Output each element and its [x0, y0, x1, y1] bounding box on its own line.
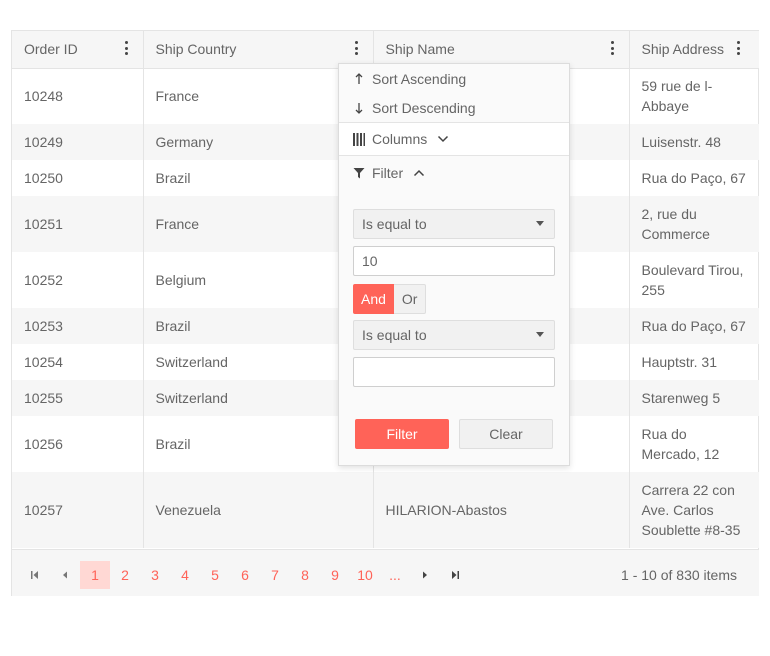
filter-item[interactable]: Filter — [339, 156, 569, 189]
cell-order-id: 10248 — [24, 88, 63, 105]
cell-ship-address: 2, rue du Commerce — [628, 196, 759, 252]
cell-ship-address: Hauptstr. 31 — [628, 344, 759, 380]
columns-icon — [350, 132, 368, 146]
page-button-1[interactable]: 1 — [80, 561, 110, 589]
filter-value-input-1[interactable]: 10 — [353, 246, 555, 276]
cell-ship-address: Starenweg 5 — [628, 380, 759, 416]
address-line: Abbaye — [641, 98, 689, 115]
next-page-icon[interactable] — [410, 561, 440, 589]
table-row[interactable]: 10257 Venezuela HILARION-Abastos Carrera… — [12, 472, 759, 548]
filter-logic-toggle: And Or — [353, 284, 427, 314]
filter-operator-dropdown-2[interactable]: Is equal to — [353, 320, 555, 350]
filter-label: Filter — [372, 164, 404, 181]
filter-operator-dropdown-1[interactable]: Is equal to — [353, 209, 555, 239]
address-line: Rua do Paço, 67 — [641, 170, 746, 186]
previous-page-icon[interactable] — [50, 561, 80, 589]
cell-order-id: 10252 — [24, 272, 63, 288]
page-button-6[interactable]: 6 — [230, 561, 260, 589]
sort-descending-item[interactable]: Sort Descending — [339, 93, 569, 122]
cell-order-id: 10256 — [24, 436, 63, 452]
address-line: Carrera 22 con — [641, 482, 735, 498]
column-menu-icon[interactable] — [737, 41, 741, 55]
address-line: 2, rue du — [641, 206, 697, 222]
caret-down-icon — [536, 332, 544, 337]
cell-ship-country: Venezuela — [142, 472, 373, 548]
columns-item[interactable]: Columns — [339, 123, 569, 155]
filter-button[interactable]: Filter — [355, 419, 449, 449]
cell-order-id: 10251 — [12, 196, 143, 252]
columns-label: Columns — [372, 131, 428, 147]
address-line: 255 — [641, 282, 665, 298]
header-ship-address[interactable]: Ship Address — [628, 31, 759, 69]
address-line: Soublette #8-35 — [641, 522, 741, 538]
cell-order-id: 10257 — [12, 472, 143, 548]
cell-ship-address: 59 rue de l- Abbaye — [628, 68, 759, 124]
chevron-down-icon — [437, 135, 449, 143]
first-page-icon[interactable] — [20, 561, 50, 589]
cell-ship-address: Rua do Paço, 67 — [628, 160, 759, 196]
page-button-5[interactable]: 5 — [200, 561, 230, 589]
sort-descending-label: Sort Descending — [372, 99, 476, 116]
cell-order-id: 10255 — [12, 380, 143, 416]
filter-value-input-2[interactable] — [353, 357, 555, 387]
cell-ship-address: Carrera 22 con Ave. Carlos Soublette #8-35 — [628, 472, 759, 548]
address-line: Boulevard Tirou, — [641, 262, 744, 278]
page-button-more[interactable]: ... — [380, 561, 410, 589]
column-menu-icon[interactable] — [124, 41, 129, 55]
address-line: 59 rue de l- — [641, 78, 713, 95]
cell-order-id: 10249 — [12, 124, 143, 160]
page-button-2[interactable]: 2 — [110, 561, 140, 589]
address-line: Rua do Paço, 67 — [641, 318, 746, 334]
sort-ascending-item[interactable]: Sort Ascending — [339, 64, 569, 93]
header-label: Ship Address — [641, 41, 725, 58]
header-label: Ship Country — [155, 41, 237, 58]
cell-order-id: 10253 — [12, 308, 143, 344]
cell-order-id: 10254 — [24, 354, 63, 370]
address-line: Ave. Carlos — [641, 502, 714, 518]
cell-ship-address: Boulevard Tirou, 255 — [628, 252, 759, 308]
header-label: Ship Name — [385, 41, 455, 58]
cell-ship-address: Rua do Mercado, 12 — [628, 416, 759, 472]
filter-operator-value: Is equal to — [362, 327, 427, 343]
chevron-up-icon — [413, 169, 425, 177]
page-button-8[interactable]: 8 — [290, 561, 320, 589]
logic-or-button[interactable]: Or — [393, 284, 427, 314]
sort-ascending-label: Sort Ascending — [372, 71, 467, 87]
filter-operator-value: Is equal to — [362, 216, 427, 232]
filter-icon — [350, 167, 368, 179]
logic-and-button[interactable]: And — [353, 284, 394, 314]
column-menu-icon[interactable] — [354, 41, 359, 55]
column-menu-popup: Sort Ascending Sort Descending Columns F… — [338, 63, 570, 466]
arrow-up-icon — [350, 73, 368, 85]
page-button-4[interactable]: 4 — [170, 561, 200, 589]
last-page-icon[interactable] — [440, 561, 470, 589]
clear-button[interactable]: Clear — [459, 419, 553, 449]
address-line: Commerce — [641, 226, 710, 242]
cell-ship-name: HILARION-Abastos — [372, 472, 629, 548]
page-button-10[interactable]: 10 — [350, 561, 380, 589]
arrow-down-icon — [350, 102, 368, 114]
pager: 1 2 3 4 5 6 7 8 9 10 ... 1 - 10 of 830 i… — [12, 549, 759, 596]
caret-down-icon — [536, 221, 544, 226]
page-button-9[interactable]: 9 — [320, 561, 350, 589]
column-menu-icon[interactable] — [610, 41, 615, 55]
cell-ship-address: Luisenstr. 48 — [628, 124, 759, 160]
address-line: Starenweg 5 — [641, 390, 721, 406]
page-button-7[interactable]: 7 — [260, 561, 290, 589]
page-button-3[interactable]: 3 — [140, 561, 170, 589]
pager-info: 1 - 10 of 830 items — [621, 567, 737, 583]
header-label: Order ID — [24, 41, 78, 58]
address-line: Luisenstr. 48 — [641, 134, 721, 150]
address-line: Hauptstr. 31 — [641, 354, 718, 370]
header-order-id[interactable]: Order ID — [12, 31, 143, 69]
address-line: Mercado, 12 — [641, 446, 720, 462]
cell-order-id: 10250 — [24, 170, 63, 186]
address-line: Rua do — [641, 426, 687, 442]
cell-ship-address: Rua do Paço, 67 — [628, 308, 759, 344]
